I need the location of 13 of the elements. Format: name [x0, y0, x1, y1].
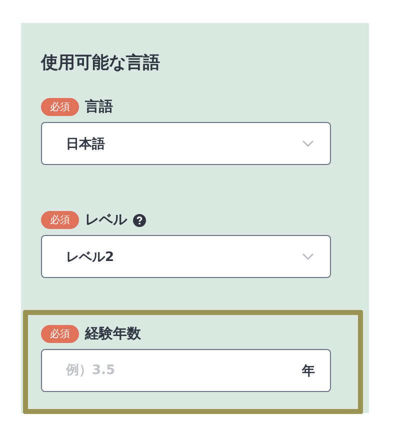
field-label: 経験年数: [85, 325, 141, 343]
select-field[interactable]: レベル2: [41, 235, 331, 278]
required-badge: 必須: [41, 325, 79, 343]
chevron-down-icon: [302, 140, 314, 147]
field-label: レベル: [85, 211, 127, 229]
section-title: 使用可能な言語: [41, 52, 161, 74]
chevron-down-icon: [302, 253, 314, 260]
field-label: 言語: [85, 98, 113, 116]
unit-label: 年: [302, 363, 315, 380]
required-badge: 必須: [41, 211, 79, 229]
select-field[interactable]: 日本語: [41, 122, 331, 165]
help-icon[interactable]: [133, 214, 146, 226]
required-badge: 必須: [41, 98, 79, 116]
